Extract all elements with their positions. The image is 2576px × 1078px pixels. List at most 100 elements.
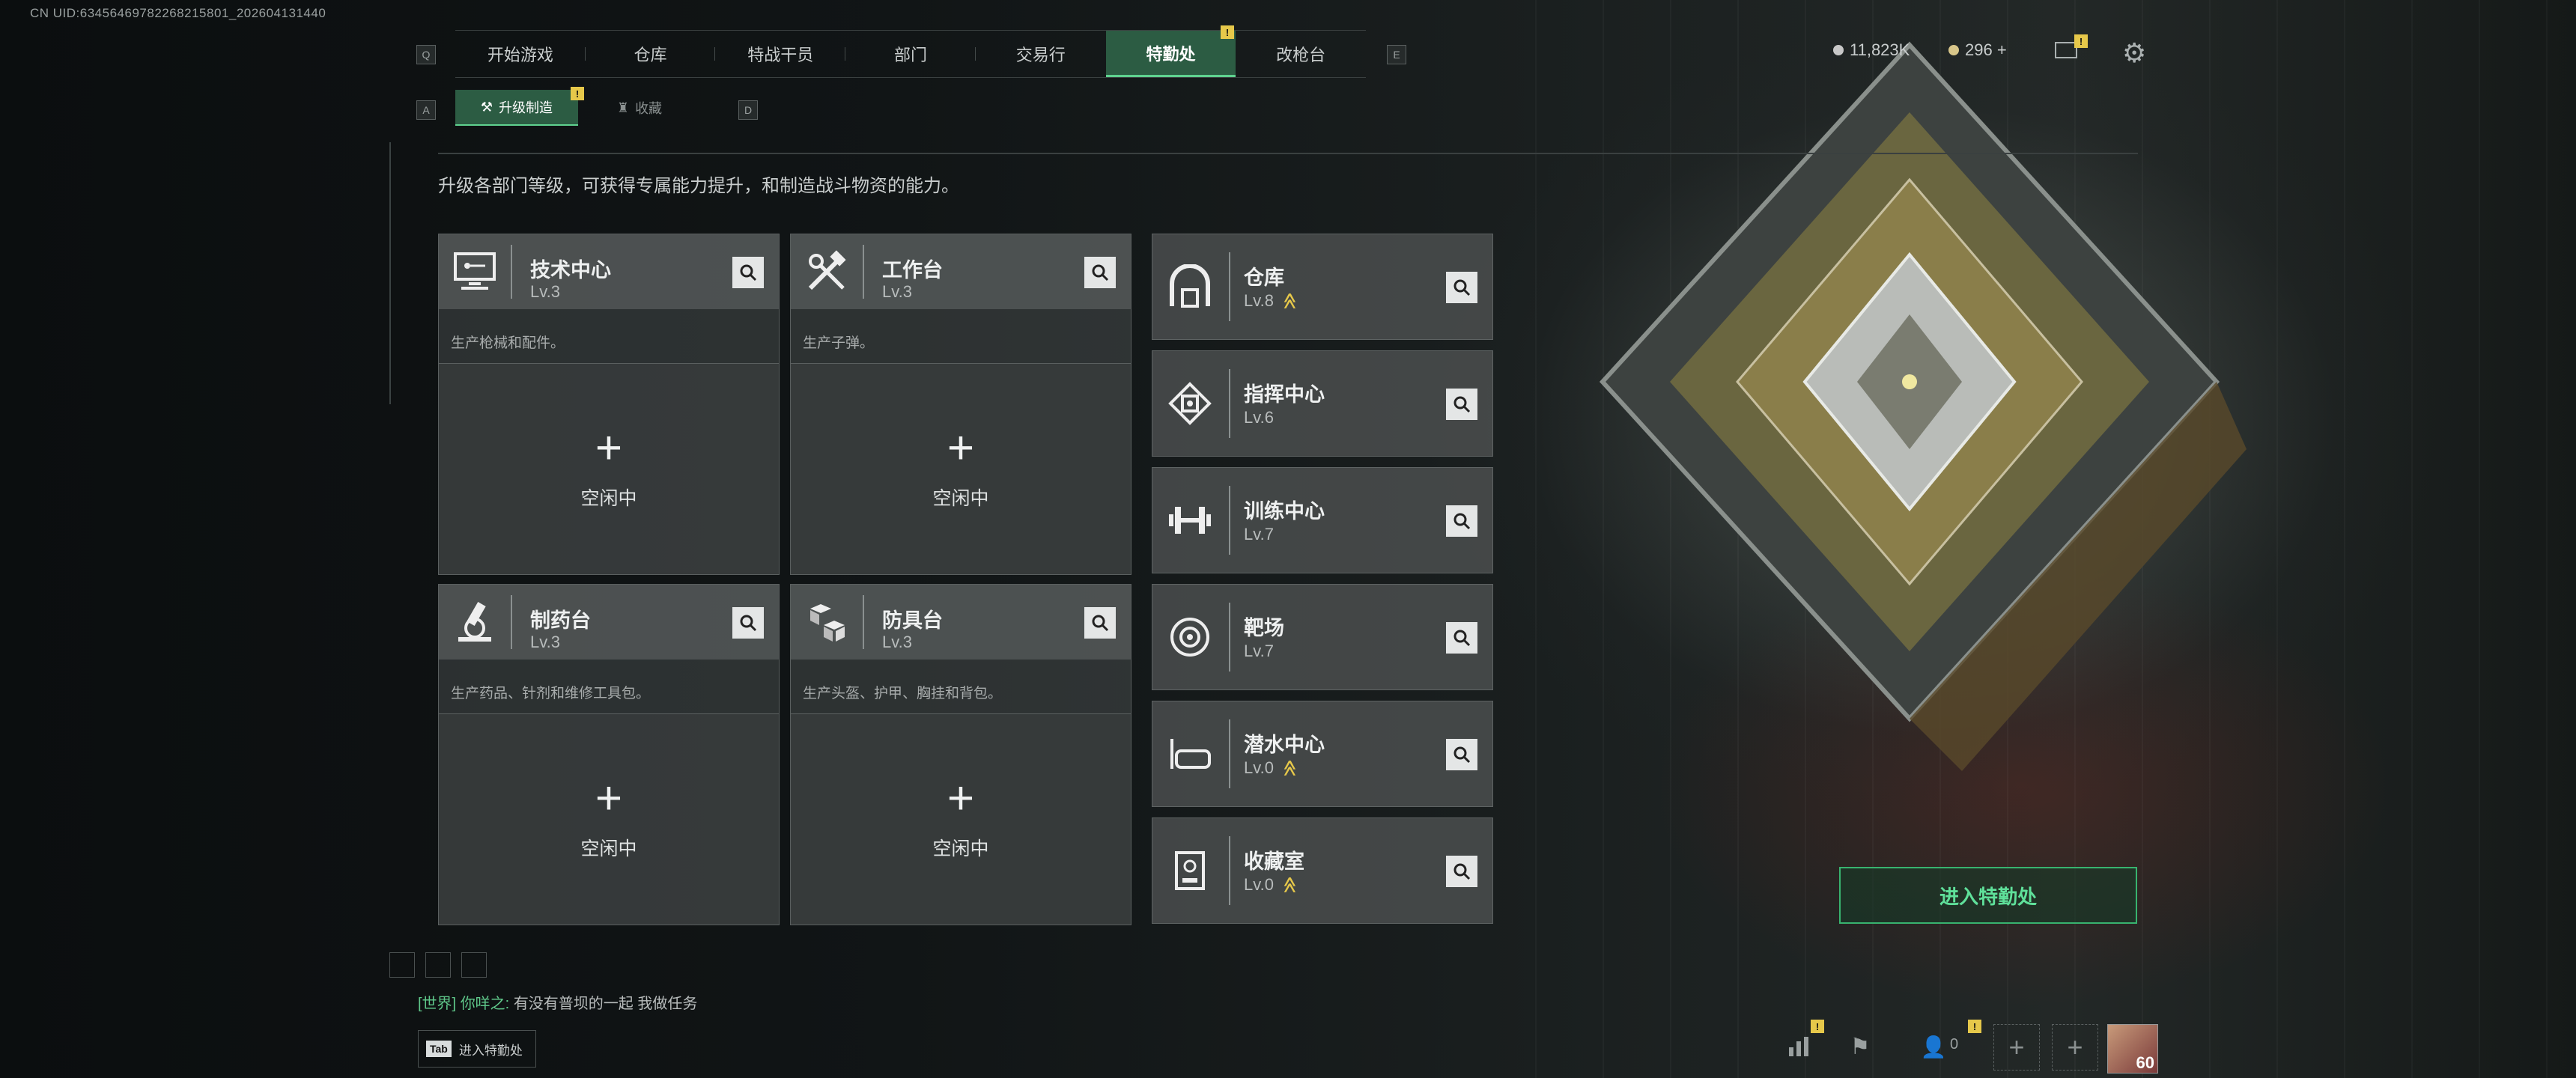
station-level: Lv.3 [530,282,560,301]
chat-channel-button[interactable] [425,952,451,978]
facility-level-row: Lv.0 ≪ [1244,758,1300,778]
search-icon[interactable] [1446,739,1477,770]
facility-shooting-range[interactable]: 靶场 Lv.7 [1152,584,1493,690]
search-icon[interactable] [1446,272,1477,303]
craft-slot[interactable]: + 空闲中 [439,363,779,574]
facility-level: Lv.0 [1244,875,1274,894]
enter-special-ops-button[interactable]: 进入特勤处 [1839,867,2137,924]
facility-level: Lv.7 [1244,525,1274,543]
station-note: 生产枪械和配件。 [451,335,565,351]
currency-b[interactable]: 296 + [1948,40,2007,60]
nav-alert-badge: ! [1221,25,1234,39]
uid-label: CN UID:63456469782268215801_202604131440 [30,6,326,20]
search-icon[interactable] [1084,607,1116,639]
station-note: 生产子弹。 [803,335,875,351]
monitor-icon [451,248,499,296]
station-pharmacy[interactable]: 制药台 Lv.3 生产药品、针剂和维修工具包。 + 空闲中 [438,584,780,925]
diving-mask-icon [1163,727,1217,781]
facility-warehouse[interactable]: 仓库 Lv.8 ≪ [1152,234,1493,340]
header-separator [1229,252,1230,321]
plus-icon: + [595,773,623,824]
search-icon[interactable] [732,607,764,639]
mail-alert-badge: ! [2074,34,2088,48]
search-icon[interactable] [732,257,764,288]
chat-channel-button[interactable] [389,952,415,978]
tab-shortcut-hint[interactable]: Tab 进入特勤处 [418,1030,536,1068]
chat-message: [世界] 你咩之: 有没有普坝的一起 我做任务 [418,991,697,1013]
header-separator [1229,369,1230,438]
subnav-next-key[interactable]: D [738,100,758,120]
station-level: Lv.3 [530,633,560,651]
nav-next-key[interactable]: E [1387,45,1406,64]
tab-special-ops[interactable]: 特勤处 [1105,31,1236,77]
nav-prev-key[interactable]: Q [416,45,436,64]
search-icon[interactable] [1446,622,1477,654]
page-description: 升级各部门等级，可获得专属能力提升，和制造战斗物资的能力。 [438,176,959,196]
microscope-icon [451,598,499,646]
chat-channel-button[interactable] [461,952,487,978]
chat-text: 有没有普坝的一起 我做任务 [513,996,698,1012]
search-icon[interactable] [1446,505,1477,537]
facility-level-row: Lv.0 ≪ [1244,875,1299,895]
add-slot-button[interactable]: + [2052,1024,2098,1071]
station-workbench[interactable]: 工作台 Lv.3 生产子弹。 + 空闲中 [790,234,1131,575]
search-icon[interactable] [1084,257,1116,288]
tab-label: 特勤处 [1146,44,1196,64]
facility-level: Lv.0 [1244,758,1274,777]
slot-status: 空闲中 [932,488,989,509]
station-tech-center[interactable]: 技术中心 Lv.3 生产枪械和配件。 + 空闲中 [438,234,780,575]
plus-icon: + [595,422,623,474]
player-level: 60 [2136,1053,2154,1072]
subtab-label: 收藏 [635,101,663,116]
craft-slot[interactable]: + 空闲中 [791,363,1131,574]
coin-icon [1833,45,1844,55]
search-icon[interactable] [1446,389,1477,420]
slot-status: 空闲中 [580,488,637,509]
facility-name: 指挥中心 [1244,383,1325,406]
station-armor[interactable]: 防具台 Lv.3 生产头盔、护甲、胸挂和背包。 + 空闲中 [790,584,1131,925]
search-icon[interactable] [1446,856,1477,887]
facility-name: 仓库 [1244,267,1284,289]
stats-icon[interactable] [1782,1030,1815,1063]
facility-collection-room[interactable]: 收藏室 Lv.0 ≪ [1152,817,1493,924]
trophy-case-icon [1163,844,1217,898]
tab-start-game[interactable]: 开始游戏 [455,31,586,77]
station-level: Lv.3 [882,633,912,651]
tab-label: 特战干员 [747,46,814,64]
add-slot-button[interactable]: + [1993,1024,2040,1071]
facility-diving-center[interactable]: 潜水中心 Lv.0 ≪ [1152,701,1493,807]
craft-slot[interactable]: + 空闲中 [439,713,779,925]
tab-trade[interactable]: 交易行 [976,31,1106,77]
tab-department[interactable]: 部门 [845,31,976,77]
currency-a[interactable]: 11,823K [1833,40,1910,60]
upgrade-available-icon: ≪ [1281,292,1300,310]
subtab-collection[interactable]: ♜ 收藏 [578,90,701,126]
station-note: 生产药品、针剂和维修工具包。 [451,686,651,701]
tab-key: Tab [426,1041,452,1057]
tab-label: 改枪台 [1276,46,1326,64]
dumbbell-icon [1163,493,1217,547]
avatar[interactable]: 60 [2107,1024,2158,1074]
tab-warehouse[interactable]: 仓库 [586,31,716,77]
facility-command-center[interactable]: 指挥中心 Lv.6 [1152,350,1493,457]
station-note: 生产头盔、护甲、胸挂和背包。 [803,686,1003,701]
station-level: Lv.3 [882,282,912,301]
tab-label: 部门 [894,46,928,64]
craft-slot[interactable]: + 空闲中 [791,713,1131,925]
header-separator [1229,836,1230,905]
currency-b-value: 296 + [1965,40,2007,59]
facility-training-center[interactable]: 训练中心 Lv.7 [1152,467,1493,573]
facility-level-row: Lv.8 ≪ [1244,291,1300,311]
upgrade-available-icon: ≪ [1281,759,1300,777]
tab-operators[interactable]: 特战干员 [715,31,846,77]
subtab-upgrade-craft[interactable]: ⚒ 升级制造 [455,90,578,126]
header-separator [1229,603,1230,672]
header-separator [1229,719,1230,788]
tab-gunsmith[interactable]: 改枪台 [1236,31,1366,77]
subnav-prev-key[interactable]: A [416,100,436,120]
friends-icon[interactable]: 👤 [1917,1030,1950,1063]
chat-channel: [世界] [418,996,457,1012]
gear-icon[interactable]: ⚙ [2122,37,2146,69]
flag-icon[interactable]: ⚑ [1844,1030,1877,1063]
facility-name: 潜水中心 [1244,734,1325,756]
